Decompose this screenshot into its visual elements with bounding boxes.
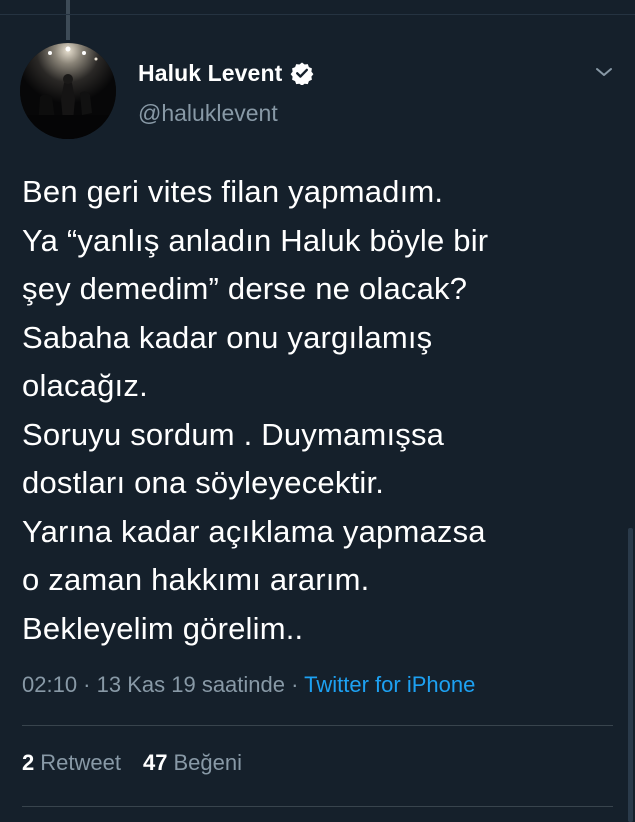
tweet-source-link[interactable]: Twitter for iPhone xyxy=(304,672,475,697)
tweet-line: o zaman hakkımı ararım. xyxy=(22,562,370,597)
retweets-stat[interactable]: 2 Retweet xyxy=(22,750,121,776)
scrollbar[interactable] xyxy=(628,528,633,822)
author-handle[interactable]: @haluklevent xyxy=(138,100,278,127)
verified-badge-icon xyxy=(290,61,314,86)
likes-stat[interactable]: 47 Beğeni xyxy=(143,750,242,776)
tweet-timestamp-row: 02:10 · 13 Kas 19 saatinde · Twitter for… xyxy=(22,672,475,698)
tweet-text: Ben geri vites filan yapmadım. Ya “yanlı… xyxy=(22,168,622,653)
divider xyxy=(22,725,613,726)
thread-connector-line xyxy=(66,0,70,40)
tweet-stats: 2 Retweet 47 Beğeni xyxy=(22,750,264,776)
retweets-count: 2 xyxy=(22,750,35,775)
separator-dot: · xyxy=(285,672,305,697)
likes-count: 47 xyxy=(142,750,168,775)
tweet-line: dostları ona söyleyecektir. xyxy=(22,465,385,500)
avatar-concert-photo-icon xyxy=(20,43,116,139)
top-divider xyxy=(0,14,635,15)
author-name[interactable]: Haluk Levent xyxy=(138,60,282,87)
chevron-down-icon[interactable] xyxy=(592,60,616,84)
tweet-line: şey demedim” derse ne olacak? xyxy=(22,271,468,306)
retweets-label: Retweet xyxy=(40,750,121,775)
tweet-detail-screen: Haluk Levent @haluklevent Ben geri vites… xyxy=(0,0,635,822)
likes-label: Beğeni xyxy=(173,750,242,775)
tweet-line: olacağız. xyxy=(22,368,148,403)
tweet-line: Ya “yanlış anladın Haluk böyle bir xyxy=(22,222,489,258)
tweet-time: 02:10 xyxy=(22,672,78,697)
avatar[interactable] xyxy=(20,43,116,139)
separator-dot: · xyxy=(77,672,97,697)
tweet-line: Yarına kadar açıklama yapmazsa xyxy=(22,513,486,549)
tweet-line: Sabaha kadar onu yargılamış xyxy=(22,319,433,355)
author-name-row[interactable]: Haluk Levent xyxy=(138,58,314,88)
tweet-line: Ben geri vites filan yapmadım. xyxy=(22,174,444,209)
divider xyxy=(22,806,613,807)
tweet-line: Soruyu sordum . Duymamışsa xyxy=(22,416,445,452)
tweet-line: Bekleyelim görelim.. xyxy=(22,610,304,646)
tweet-date: 13 Kas 19 saatinde xyxy=(96,672,285,697)
